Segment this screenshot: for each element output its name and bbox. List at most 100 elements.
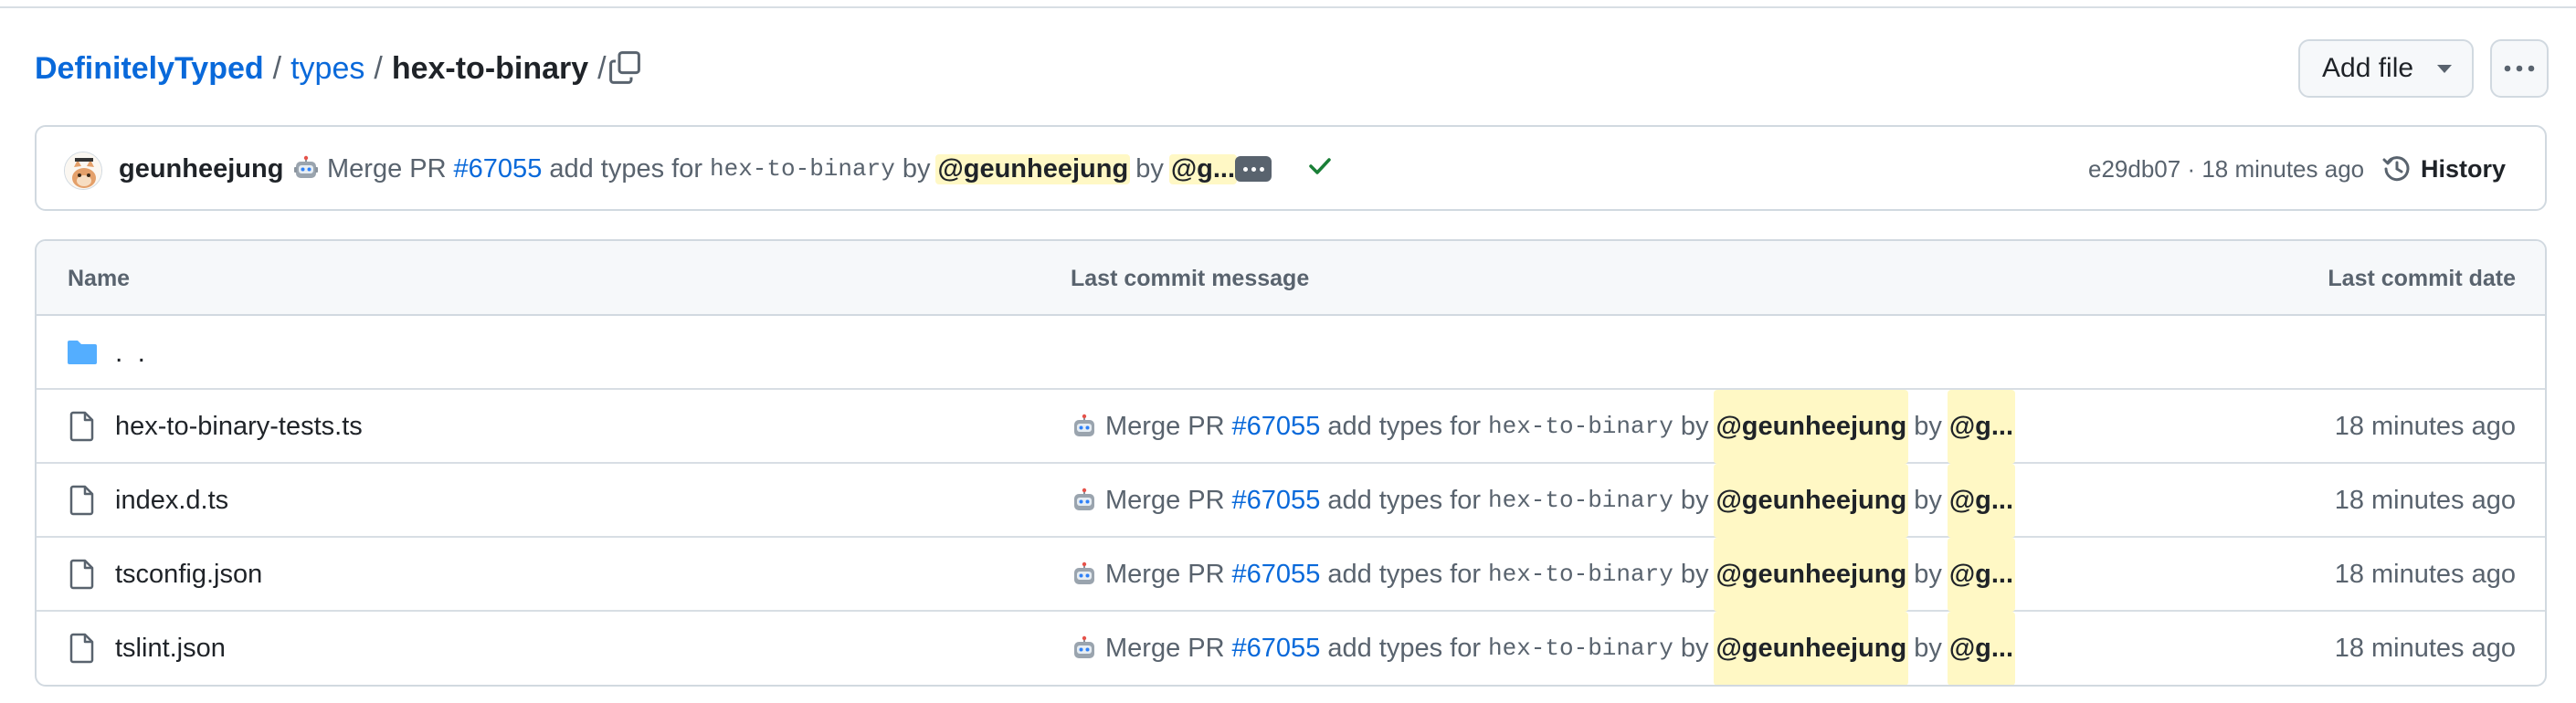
breadcrumb-repo-link[interactable]: DefinitelyTyped	[35, 46, 264, 91]
row-commit-message: Merge PR #67055 add types for hex-to-bin…	[1071, 390, 2021, 464]
commit-message-by: by	[1680, 486, 1709, 515]
last-commit-date: 18 minutes ago	[2334, 634, 2516, 663]
file-icon	[69, 633, 94, 664]
expand-commit-message-button[interactable]	[1235, 156, 1272, 182]
commit-message-by: by	[902, 153, 931, 184]
file-name-link[interactable]: hex-to-binary-tests.ts	[115, 390, 363, 464]
robot-emoji-icon	[1074, 635, 1094, 658]
user-mention-link[interactable]: @geunheejung	[1714, 464, 1909, 538]
commit-message-prefix[interactable]: Merge PR	[1105, 538, 1225, 612]
check-status-icon[interactable]	[1304, 151, 1336, 182]
last-commit-date: 18 minutes ago	[2334, 486, 2516, 515]
breadcrumb-separator: /	[272, 51, 282, 86]
commit-message-prefix[interactable]: Merge PR	[1105, 390, 1225, 464]
more-options-button[interactable]	[2490, 39, 2549, 98]
user-mention-link[interactable]: @geunheejung	[1714, 538, 1909, 612]
copy-icon	[609, 51, 640, 84]
robot-emoji-icon	[294, 155, 318, 178]
commit-message-by: by	[1680, 634, 1709, 663]
robot-emoji-icon	[1074, 561, 1094, 584]
parent-directory-link[interactable]: . .	[115, 316, 149, 390]
column-header-message: Last commit message	[1071, 266, 1310, 291]
commit-message-text[interactable]: add types for	[1327, 538, 1481, 612]
commit-message-prefix[interactable]: Merge PR	[1105, 612, 1225, 685]
file-icon	[69, 559, 94, 590]
commit-message-by: by	[1914, 486, 1942, 515]
package-name-code: hex-to-binary	[709, 155, 895, 183]
file-name-link[interactable]: tslint.json	[115, 612, 226, 685]
file-table: Name Last commit message Last commit dat…	[35, 239, 2547, 687]
copy-path-button[interactable]	[607, 48, 643, 87]
user-mention-link[interactable]: @geunheejung	[935, 153, 1131, 184]
commit-message-text[interactable]: add types for	[1327, 464, 1481, 538]
last-commit-date: 18 minutes ago	[2334, 412, 2516, 441]
user-mention-link-truncated[interactable]: @g...	[1947, 538, 2016, 612]
latest-commit-bar: geunheejung Merge PR #67055 add types fo…	[35, 125, 2547, 211]
commit-message-by: by	[1135, 153, 1164, 184]
commit-message-by: by	[1680, 560, 1709, 589]
commit-message-by: by	[1914, 560, 1942, 589]
add-file-button[interactable]: Add file	[2298, 39, 2474, 98]
table-row: index.d.ts Merge PR #67055 add types for…	[37, 464, 2545, 538]
table-row: tslint.json Merge PR #67055 add types fo…	[37, 612, 2545, 685]
ellipsis-dot-icon	[1259, 166, 1264, 172]
avatar[interactable]	[64, 152, 102, 190]
breadcrumb: DefinitelyTyped / types / hex-to-binary …	[35, 46, 616, 91]
parent-directory-row[interactable]: . .	[37, 316, 2545, 390]
robot-emoji-icon	[1074, 414, 1094, 436]
package-name-code: hex-to-binary	[1487, 487, 1673, 514]
ellipsis-dot-icon	[1242, 166, 1248, 172]
triangle-down-icon	[2437, 65, 2452, 73]
table-row: hex-to-binary-tests.ts Merge PR #67055 a…	[37, 390, 2545, 464]
commit-message-by: by	[1680, 412, 1709, 441]
pull-request-link[interactable]: #67055	[1232, 612, 1321, 685]
file-name-link[interactable]: tsconfig.json	[115, 538, 262, 612]
history-clock-icon	[2382, 156, 2410, 182]
column-header-date: Last commit date	[2328, 266, 2516, 291]
folder-icon	[68, 341, 97, 364]
breadcrumb-current: hex-to-binary	[391, 51, 589, 86]
user-mention-link-truncated[interactable]: @g...	[1168, 153, 1238, 184]
history-button[interactable]: History	[2382, 145, 2506, 193]
avatar-image-icon	[65, 152, 101, 189]
commit-message-by: by	[1914, 634, 1942, 663]
package-name-code: hex-to-binary	[1487, 561, 1673, 588]
pull-request-link[interactable]: #67055	[1232, 464, 1321, 538]
row-commit-message: Merge PR #67055 add types for hex-to-bin…	[1071, 464, 2021, 538]
page-header: DefinitelyTyped / types / hex-to-binary …	[0, 0, 2576, 137]
commit-author-link[interactable]: geunheejung	[119, 149, 283, 189]
breadcrumb-separator: /	[597, 51, 607, 86]
commit-message-text[interactable]: add types for	[1327, 612, 1481, 685]
file-icon	[69, 411, 94, 442]
ellipsis-dot-icon	[1251, 166, 1256, 172]
user-mention-link[interactable]: @geunheejung	[1714, 612, 1909, 685]
kebab-horizontal-icon	[2504, 65, 2535, 72]
table-header: Name Last commit message Last commit dat…	[37, 241, 2545, 316]
file-name-link[interactable]: index.d.ts	[115, 464, 228, 538]
commit-message-prefix[interactable]: Merge PR	[1105, 464, 1225, 538]
commit-message: Merge PR #67055 add types for hex-to-bin…	[292, 149, 1242, 189]
user-mention-link-truncated[interactable]: @g...	[1947, 390, 2016, 464]
history-label: History	[2421, 154, 2507, 183]
commit-message-text[interactable]: add types for	[549, 154, 702, 184]
user-mention-link[interactable]: @geunheejung	[1714, 390, 1909, 464]
breadcrumb-folder-link[interactable]: types	[290, 46, 364, 91]
pull-request-link[interactable]: #67055	[1232, 390, 1321, 464]
file-icon	[69, 485, 94, 516]
table-row: tsconfig.json Merge PR #67055 add types …	[37, 538, 2545, 612]
column-header-name: Name	[68, 266, 131, 291]
commit-sha-and-time[interactable]: e29db07 · 18 minutes ago	[2088, 152, 2364, 185]
robot-emoji-icon	[1074, 488, 1094, 510]
pull-request-link[interactable]: #67055	[454, 154, 543, 184]
row-commit-message: Merge PR #67055 add types for hex-to-bin…	[1071, 612, 2021, 685]
package-name-code: hex-to-binary	[1487, 635, 1673, 662]
commit-message-text[interactable]: add types for	[1327, 390, 1481, 464]
package-name-code: hex-to-binary	[1487, 413, 1673, 440]
breadcrumb-separator: /	[374, 51, 383, 86]
user-mention-link-truncated[interactable]: @g...	[1947, 464, 2016, 538]
commit-message-prefix[interactable]: Merge PR	[327, 154, 447, 184]
last-commit-date: 18 minutes ago	[2334, 560, 2516, 589]
pull-request-link[interactable]: #67055	[1232, 538, 1321, 612]
user-mention-link-truncated[interactable]: @g...	[1947, 612, 2016, 685]
add-file-label: Add file	[2322, 53, 2414, 83]
